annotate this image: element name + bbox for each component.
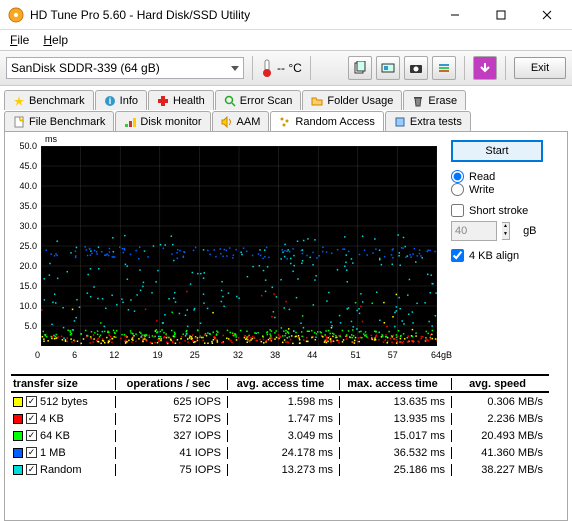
tab-folder-usage[interactable]: Folder Usage: [302, 90, 402, 110]
svg-text:i: i: [108, 96, 111, 106]
options-button[interactable]: [432, 56, 456, 80]
speaker-icon: [221, 116, 233, 128]
table-row: ✓64 KB327 IOPS3.049 ms15.017 ms20.493 MB…: [11, 427, 549, 444]
info-icon: i: [104, 95, 116, 107]
table-row: ✓Random75 IOPS13.273 ms25.186 ms38.227 M…: [11, 461, 549, 478]
maximize-button[interactable]: [478, 1, 524, 29]
benchmark-icon: [13, 95, 25, 107]
align-4kb-label: 4 KB align: [469, 250, 519, 262]
minimize-button[interactable]: [432, 1, 478, 29]
table-row: ✓4 KB572 IOPS1.747 ms13.935 ms2.236 MB/s: [11, 410, 549, 427]
y-axis-unit: ms: [45, 134, 57, 144]
col-spd: avg. speed: [451, 378, 549, 390]
save-button[interactable]: [473, 56, 497, 80]
drive-selector[interactable]: SanDisk SDDR-339 (64 gB): [6, 57, 244, 79]
tab-erase[interactable]: Erase: [403, 90, 466, 110]
write-radio[interactable]: [451, 183, 464, 196]
window-title: HD Tune Pro 5.60 - Hard Disk/SSD Utility: [30, 8, 432, 22]
screenshot-button[interactable]: [404, 56, 428, 80]
temperature-display: -- °C: [261, 59, 302, 77]
short-stroke-value: 40: [451, 221, 497, 241]
tab-error-scan[interactable]: Error Scan: [215, 90, 302, 110]
table-row: ✓1 MB41 IOPS24.178 ms36.532 ms41.360 MB/…: [11, 444, 549, 461]
tools-icon: [394, 116, 406, 128]
read-label: Read: [469, 171, 495, 183]
thermometer-icon: [261, 59, 273, 77]
random-icon: [279, 116, 291, 128]
row-checkbox[interactable]: ✓: [26, 396, 37, 407]
tab-file-benchmark[interactable]: File Benchmark: [4, 111, 114, 131]
short-stroke-label: Short stroke: [469, 205, 528, 217]
results-table: transfer size operations / sec avg. acce…: [11, 374, 549, 478]
trash-icon: [412, 95, 424, 107]
row-checkbox[interactable]: ✓: [26, 464, 37, 475]
menu-bar: File Help: [0, 30, 572, 50]
row-checkbox[interactable]: ✓: [26, 430, 37, 441]
title-bar: HD Tune Pro 5.60 - Hard Disk/SSD Utility: [0, 0, 572, 30]
folder-icon: [311, 95, 323, 107]
tab-panel-random-access: ms 5.010.015.020.025.030.035.040.045.050…: [4, 131, 568, 521]
tab-health[interactable]: Health: [148, 90, 214, 110]
row-checkbox[interactable]: ✓: [26, 447, 37, 458]
menu-help[interactable]: Help: [37, 31, 74, 49]
write-label: Write: [469, 184, 494, 196]
col-ops: operations / sec: [115, 378, 227, 390]
copy-screenshot-button[interactable]: [376, 56, 400, 80]
col-avg: avg. access time: [227, 378, 339, 390]
app-icon: [8, 7, 24, 23]
menu-file[interactable]: File: [4, 31, 35, 49]
tab-extra-tests[interactable]: Extra tests: [385, 111, 471, 131]
start-button[interactable]: Start: [451, 140, 543, 162]
stroke-unit: gB: [523, 225, 536, 237]
tab-random-access[interactable]: Random Access: [270, 111, 383, 131]
col-max: max. access time: [339, 378, 451, 390]
file-icon: [13, 116, 25, 128]
monitor-icon: [124, 116, 136, 128]
access-time-chart: ms 5.010.015.020.025.030.035.040.045.050…: [11, 138, 441, 370]
toolbar: SanDisk SDDR-339 (64 gB) -- °C Exit: [0, 50, 572, 86]
short-stroke-checkbox[interactable]: [451, 204, 464, 217]
search-icon: [224, 95, 236, 107]
tab-strip: Benchmark iInfo Health Error Scan Folder…: [0, 86, 572, 131]
tab-benchmark[interactable]: Benchmark: [4, 90, 94, 110]
row-checkbox[interactable]: ✓: [26, 413, 37, 424]
align-4kb-checkbox[interactable]: [451, 249, 464, 262]
tab-aam[interactable]: AAM: [212, 111, 270, 131]
table-row: ✓512 bytes625 IOPS1.598 ms13.635 ms0.306…: [11, 393, 549, 410]
tab-info[interactable]: iInfo: [95, 90, 147, 110]
close-button[interactable]: [524, 1, 570, 29]
health-icon: [157, 95, 169, 107]
exit-button[interactable]: Exit: [514, 57, 566, 79]
tab-disk-monitor[interactable]: Disk monitor: [115, 111, 210, 131]
copy-info-button[interactable]: [348, 56, 372, 80]
read-radio[interactable]: [451, 170, 464, 183]
col-transfer-size: transfer size: [11, 378, 115, 390]
